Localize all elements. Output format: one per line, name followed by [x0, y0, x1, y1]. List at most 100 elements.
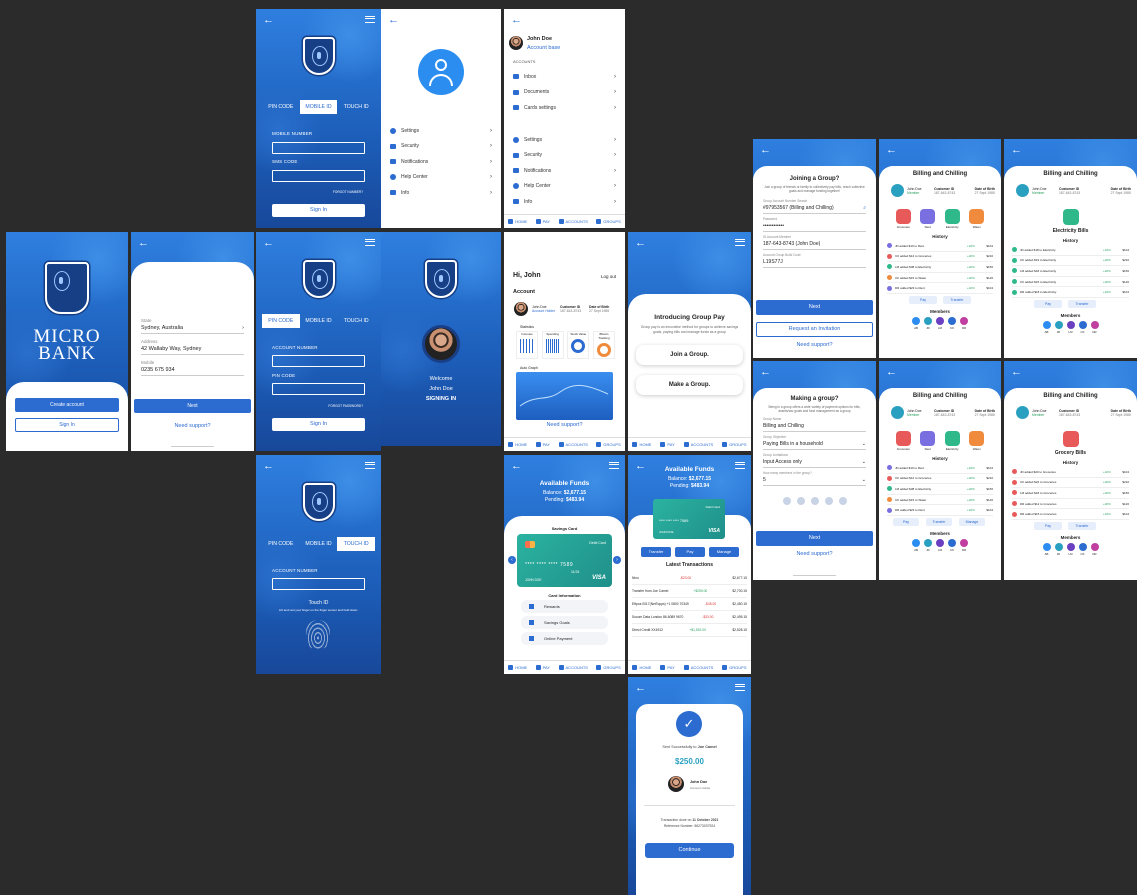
create-account-button[interactable]: Create account: [15, 398, 119, 412]
nav-accounts[interactable]: ACCOUNTS: [559, 219, 588, 224]
member-item[interactable]: DR: [1090, 321, 1099, 334]
bill-water[interactable]: Water: [967, 431, 986, 451]
pay-button[interactable]: Pay: [909, 296, 937, 304]
menu-icon[interactable]: [365, 16, 375, 23]
nav-accounts[interactable]: ACCOUNTS: [684, 665, 713, 670]
transfer-button[interactable]: Transfer: [641, 547, 671, 557]
menu-item-security[interactable]: Security ›: [513, 148, 616, 164]
tab-mobile-id[interactable]: MOBILE ID: [300, 537, 338, 551]
next-button[interactable]: Next: [134, 399, 251, 413]
history-row[interactable]: DR added $15 to Groceries +10% $104: [1012, 509, 1129, 520]
log-out-link[interactable]: Log out: [601, 274, 616, 279]
back-arrow-icon[interactable]: ←: [263, 15, 274, 26]
tab-touch-id[interactable]: TOUCH ID: [337, 314, 375, 328]
sign-in-button[interactable]: Sign In: [15, 418, 119, 432]
back-arrow-icon[interactable]: ←: [635, 238, 646, 249]
history-row[interactable]: LM added $18 to Electricity +20% $156: [1012, 266, 1129, 277]
member-item[interactable]: CK: [1078, 321, 1087, 334]
menu-item-info[interactable]: Info ›: [390, 185, 492, 201]
menu-item-settings[interactable]: Settings ›: [513, 132, 616, 148]
nav-home[interactable]: HOME: [508, 219, 527, 224]
request-invitation-button[interactable]: Request an Invitation: [756, 322, 873, 337]
menu-item-notifications[interactable]: Notifications ›: [390, 154, 492, 170]
member-item[interactable]: LM: [1066, 321, 1075, 334]
back-arrow-icon[interactable]: ←: [388, 15, 399, 26]
sign-in-button[interactable]: Sign In: [272, 418, 365, 431]
history-row[interactable]: CK added $15 to Water +20% $126: [887, 495, 993, 506]
next-button[interactable]: Next: [756, 531, 873, 546]
debit-card-small[interactable]: Debit Card **** **** **** 7589 JOHN DOE …: [653, 499, 725, 539]
nav-pay[interactable]: PAY: [536, 665, 550, 670]
tab-pin-code[interactable]: PIN CODE: [262, 314, 300, 328]
history-row[interactable]: CK added $22 to Groceries +20% $210: [1012, 478, 1129, 489]
nav-groups[interactable]: GROUPS: [596, 219, 620, 224]
tab-touch-id[interactable]: TOUCH ID: [337, 537, 376, 551]
nav-pay[interactable]: PAY: [660, 442, 674, 447]
debit-card[interactable]: Debit Card **** **** **** 7589 11/24 JOH…: [517, 534, 612, 587]
pin-code-input[interactable]: [272, 383, 365, 395]
member-item[interactable]: DR: [960, 317, 968, 330]
nav-home[interactable]: HOME: [632, 442, 651, 447]
menu-icon[interactable]: [609, 462, 619, 469]
fingerprint-icon[interactable]: [306, 620, 330, 650]
pay-button[interactable]: Pay: [1034, 300, 1062, 308]
group-name-input[interactable]: Billing and Chilling: [763, 421, 866, 433]
card-next-button[interactable]: ›: [613, 556, 621, 564]
menu-item-inbox[interactable]: Inbox ›: [513, 69, 616, 85]
nav-groups[interactable]: GROUPS: [722, 442, 746, 447]
back-arrow-icon[interactable]: ←: [511, 15, 522, 26]
pay-button[interactable]: Pay: [893, 518, 919, 526]
member-item[interactable]: DR: [960, 539, 968, 552]
pay-button[interactable]: Pay: [675, 547, 705, 557]
bill-rent[interactable]: Rent: [918, 431, 937, 451]
menu-item-help[interactable]: Help Center ›: [390, 170, 492, 186]
nav-accounts[interactable]: ACCOUNTS: [684, 442, 713, 447]
back-arrow-icon[interactable]: ←: [511, 461, 522, 472]
back-arrow-icon[interactable]: ←: [760, 367, 771, 378]
member-item[interactable]: AB: [912, 317, 920, 330]
bill-rent[interactable]: Rent: [918, 209, 937, 229]
need-support-link[interactable]: Need support?: [504, 422, 625, 428]
stat-incomes[interactable]: Incomes: [516, 331, 538, 359]
transfer-button[interactable]: Transfer: [943, 296, 971, 304]
history-row[interactable]: JD added $18 to Electricity +10% $104: [1012, 245, 1129, 256]
manage-button[interactable]: Manage: [709, 547, 739, 557]
account-sub[interactable]: Account base: [527, 45, 560, 51]
nav-groups[interactable]: GROUPS: [722, 665, 746, 670]
card-prev-button[interactable]: ‹: [508, 556, 516, 564]
bill-water[interactable]: Water: [967, 209, 986, 229]
need-support-link[interactable]: Need support?: [753, 551, 876, 557]
bill-groceries[interactable]: Groceries: [894, 209, 913, 229]
mobile-number-input[interactable]: [272, 142, 365, 154]
nav-accounts[interactable]: ACCOUNTS: [559, 665, 588, 670]
make-group-button[interactable]: Make a Group.: [636, 375, 743, 395]
history-row[interactable]: LM added $18 to Groceries +20% $156: [1012, 488, 1129, 499]
member-slot-icon[interactable]: [824, 497, 833, 506]
bill-groceries[interactable]: Groceries: [894, 431, 913, 451]
transaction-row[interactable]: Sucom Data London 86-6089 9670 -$33.00 $2,…: [632, 611, 747, 624]
history-row[interactable]: DR added $18 to Electricity +10% $104: [1012, 287, 1129, 298]
build-code-input[interactable]: L19S77J: [763, 257, 866, 269]
member-item[interactable]: JD: [1054, 543, 1063, 556]
menu-icon[interactable]: [365, 462, 375, 469]
menu-item-security[interactable]: Security ›: [390, 139, 492, 155]
group-id-search[interactable]: #97953567 (Billing and Chilling) ⌕: [763, 203, 866, 215]
next-button[interactable]: Next: [756, 300, 873, 315]
stat-stock-value[interactable]: Stock Value: [567, 331, 590, 359]
back-arrow-icon[interactable]: ←: [263, 238, 274, 249]
history-row[interactable]: CK added $12 to Groceries +20% $210: [887, 474, 993, 485]
member-item[interactable]: CK: [948, 539, 956, 552]
tab-pin-code[interactable]: PIN CODE: [262, 100, 300, 114]
nav-home[interactable]: HOME: [632, 665, 651, 670]
transaction-row[interactable]: Transfer from Joe Camel +$250.00 $2,700.15: [632, 585, 747, 598]
member-item[interactable]: CK: [1078, 543, 1087, 556]
member-item[interactable]: DR: [1090, 543, 1099, 556]
stat-bitcoin[interactable]: Bitcoin Tracking: [592, 331, 615, 359]
nav-groups[interactable]: GROUPS: [596, 665, 620, 670]
menu-icon[interactable]: [365, 239, 375, 246]
member-slot-icon[interactable]: [796, 497, 805, 506]
history-row[interactable]: JD added $20 to Groceries +10% $104: [1012, 467, 1129, 478]
history-row[interactable]: CK added $15 to Water +20% $126: [887, 273, 993, 284]
member-item[interactable]: AB: [912, 539, 920, 552]
transaction-row[interactable]: Eftpos 0017(NetTopps) +1 0800 70349 -$45.…: [632, 598, 747, 611]
